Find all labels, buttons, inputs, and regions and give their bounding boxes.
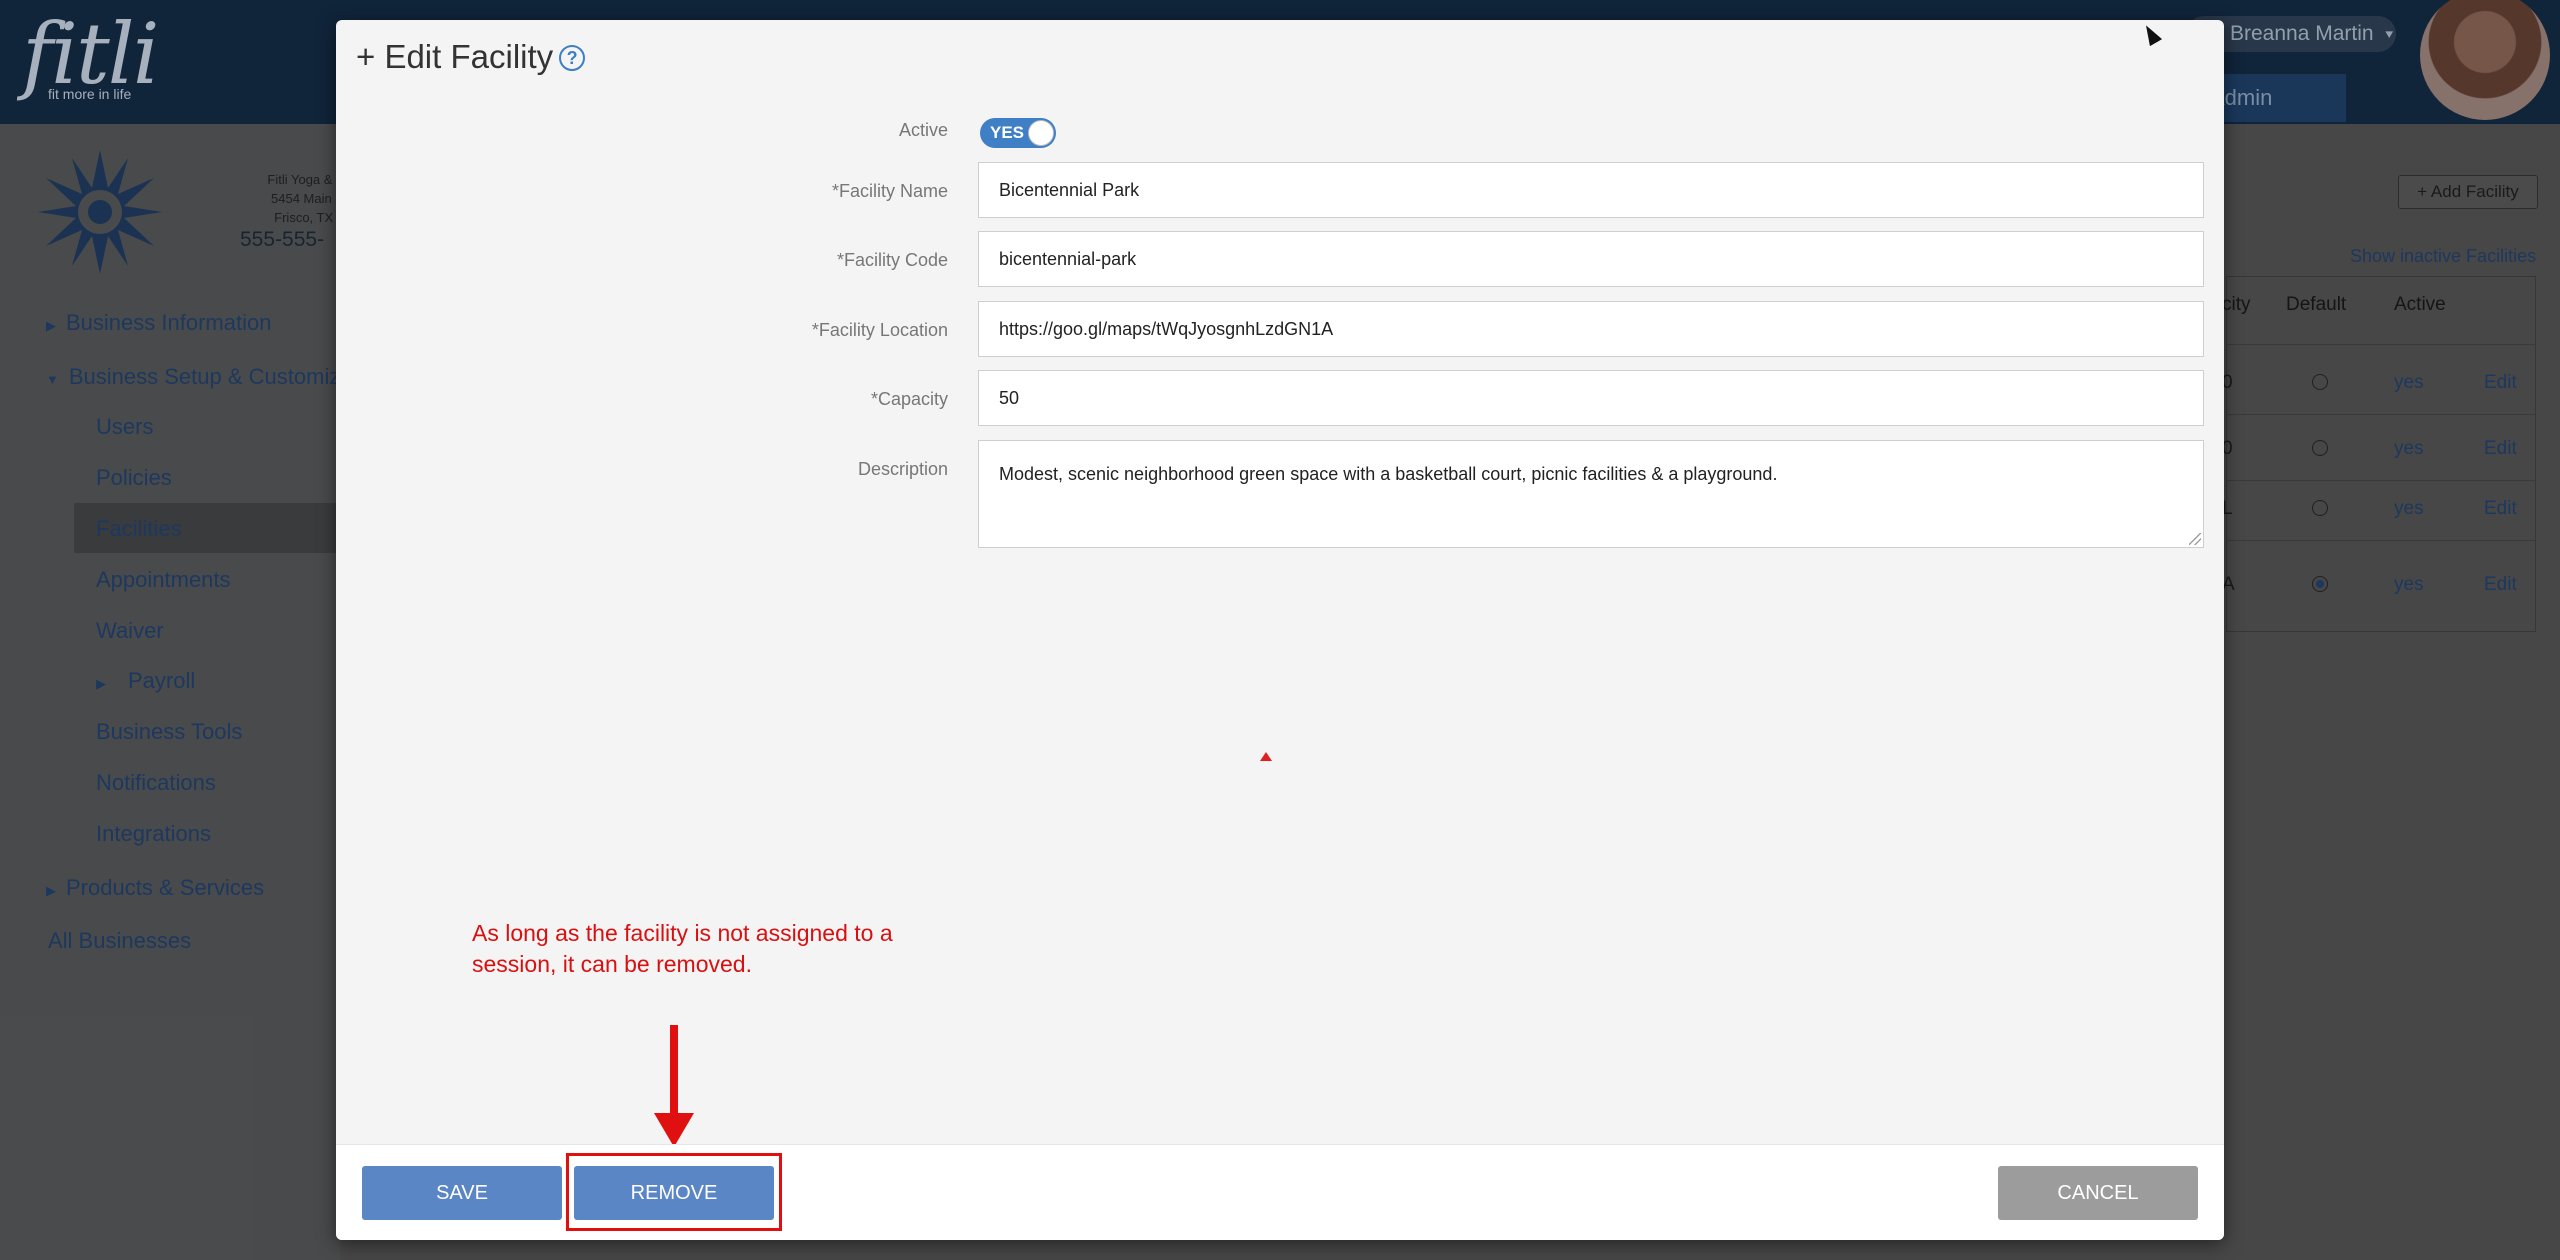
help-icon[interactable]: ?: [559, 45, 586, 71]
description-textarea[interactable]: Modest, scenic neighborhood green space …: [978, 440, 2204, 548]
annotation-arrow-icon: [654, 1113, 694, 1147]
facility-name-input[interactable]: Bicentennial Park: [978, 162, 2204, 218]
facility-location-input[interactable]: https://goo.gl/maps/tWqJyosgnhLzdGN1A: [978, 301, 2204, 357]
resize-handle[interactable]: [2189, 533, 2201, 545]
facility-code-label: *Facility Code: [836, 250, 948, 270]
facility-location-label: *Facility Location: [811, 320, 948, 340]
description-label: Description: [857, 459, 948, 479]
annotation-arrow-shaft: [670, 1025, 678, 1115]
edit-facility-modal: + Edit Facility? Active YES *Facility Na…: [336, 20, 2224, 1240]
cursor-marker-icon: [1260, 752, 1272, 761]
active-toggle-text: YES: [990, 123, 1025, 142]
toggle-knob: [1028, 120, 1054, 146]
annotation-note: As long as the facility is not assigned …: [472, 920, 893, 977]
cancel-button[interactable]: CANCEL: [1998, 1166, 2198, 1220]
description-text: Modest, scenic neighborhood green space …: [999, 464, 1778, 484]
annotation-highlight-box: [566, 1153, 782, 1231]
capacity-label: *Capacity: [870, 389, 948, 409]
modal-title: + Edit Facility?: [356, 38, 586, 76]
active-label: Active: [898, 120, 948, 140]
facility-name-label: *Facility Name: [831, 181, 948, 201]
save-button[interactable]: SAVE: [362, 1166, 562, 1220]
active-toggle[interactable]: YES: [980, 118, 1056, 148]
capacity-input[interactable]: 50: [978, 370, 2204, 426]
facility-code-input[interactable]: bicentennial-park: [978, 231, 2204, 287]
